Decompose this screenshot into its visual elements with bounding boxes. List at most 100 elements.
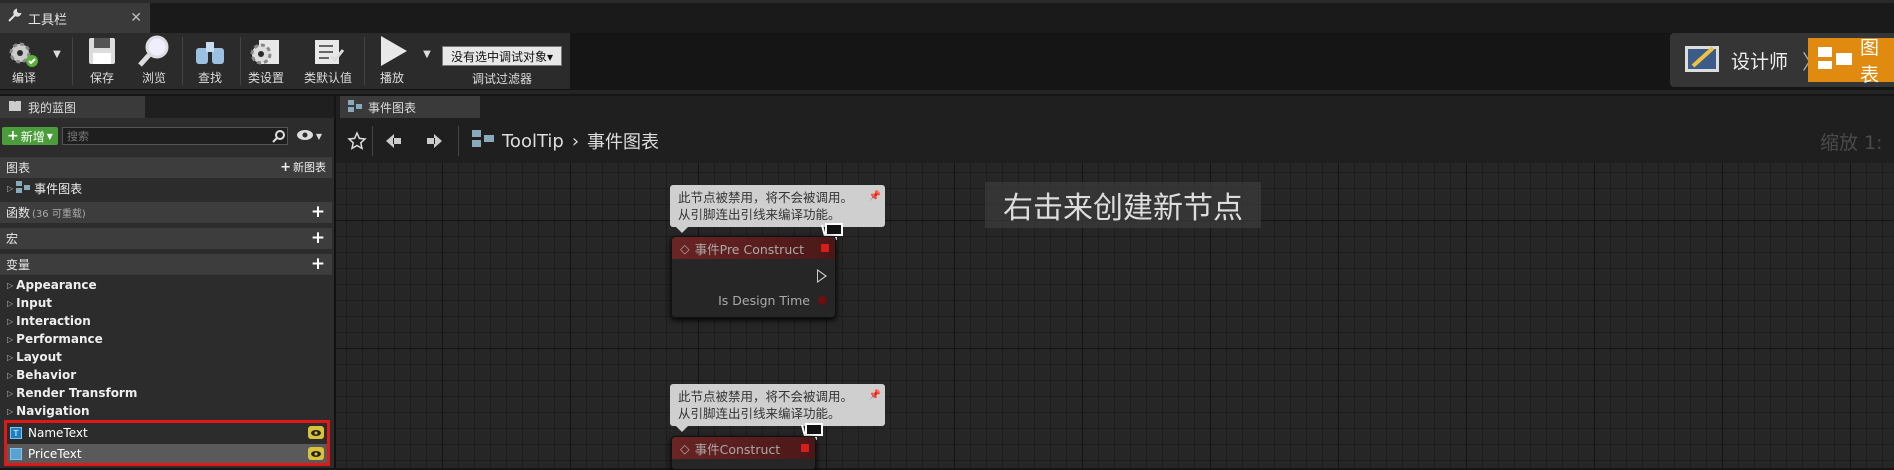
macros-section-header[interactable]: 宏 + — [0, 228, 332, 249]
comment-line: 从引脚连出引线来编译功能。 — [678, 406, 841, 421]
new-graph-button[interactable]: + 新图表 — [280, 159, 326, 175]
save-label: 保存 — [89, 71, 114, 85]
variables-highlight-box — [4, 420, 330, 466]
expand-arrow-icon: ▷ — [7, 406, 14, 416]
magnifier-icon — [134, 33, 174, 69]
class-defaults-label: 类默认值 — [303, 71, 352, 85]
class-settings-label: 类设置 — [247, 71, 284, 85]
expand-arrow-icon: ▷ — [7, 183, 14, 193]
toolbar-separator — [364, 37, 365, 85]
disabled-node-comment: 此节点被禁用，将不会被调用。 从引脚连出引线来编译功能。 📌 — [670, 384, 885, 432]
chevron-down-icon: ▼ — [46, 131, 53, 141]
graph-canvas[interactable] — [336, 118, 1894, 468]
variables-header-label: 变量 — [6, 258, 31, 272]
comment-tail — [676, 227, 688, 233]
compile-label: 编译 — [11, 71, 36, 85]
delegate-pin[interactable] — [821, 244, 829, 252]
toolbar-separator — [182, 37, 183, 85]
search-icon[interactable] — [270, 127, 288, 145]
favorite-star-icon[interactable] — [344, 128, 370, 154]
functions-header-label: 函数 — [6, 206, 31, 220]
toolbar-window-tab[interactable]: 工具栏 ✕ — [0, 3, 150, 33]
expand-arrow-icon: ▷ — [7, 352, 14, 362]
search-placeholder: 搜索 — [67, 130, 89, 143]
design-time-output[interactable]: Is Design Time — [718, 293, 827, 308]
zoom-level: 缩放 1: — [1820, 131, 1883, 154]
graphs-section-header[interactable]: 图表 + 新图表 — [0, 157, 332, 178]
add-variable-button[interactable]: + — [310, 256, 326, 273]
close-icon[interactable]: ✕ — [130, 10, 142, 26]
back-arrow-icon[interactable] — [380, 128, 406, 154]
category-label: Layout — [16, 350, 62, 364]
event-diamond-icon: ◇ — [680, 440, 690, 456]
graph-mode-label: 图表 — [1860, 37, 1880, 86]
create-node-hint: 右击来创建新节点 — [985, 182, 1261, 228]
variables-section-header[interactable]: 变量 + — [0, 254, 332, 275]
wrench-icon — [6, 8, 22, 28]
add-new-button[interactable]: + 新增 ▼ — [2, 127, 58, 145]
find-label: 查找 — [197, 71, 222, 85]
play-options-dropdown[interactable]: ▼ — [420, 33, 434, 89]
view-options-button[interactable]: ▼ — [292, 127, 326, 145]
toolbar-separator — [240, 37, 241, 85]
save-button[interactable]: 保存 — [80, 33, 124, 89]
graphs-header-label: 图表 — [6, 161, 31, 175]
event-graph-tab[interactable]: 事件图表 — [340, 96, 480, 118]
debug-object-select[interactable]: 没有选中调试对象▾ — [442, 46, 562, 66]
breadcrumb-root[interactable]: ToolTip — [502, 131, 564, 152]
pin-icon[interactable]: 📌 — [869, 188, 881, 205]
category-label: Behavior — [16, 368, 77, 382]
functions-section-header[interactable]: 函数 (36 可重载) + — [0, 202, 332, 223]
bool-pin[interactable] — [818, 296, 827, 305]
header-separator — [372, 126, 373, 156]
expand-arrow-icon: ▷ — [7, 316, 14, 326]
node-header: ◇ 事件Pre Construct — [672, 237, 835, 259]
play-button[interactable]: 播放 — [370, 33, 414, 89]
graph-mode-icon — [1816, 43, 1854, 78]
event-node-pre-construct[interactable]: ◇ 事件Pre Construct Is Design Time — [671, 236, 836, 318]
my-blueprint-tab[interactable]: 我的蓝图 — [0, 96, 145, 118]
event-graph-tab-label: 事件图表 — [368, 100, 417, 115]
find-button[interactable]: 查找 — [188, 33, 232, 89]
category-performance[interactable]: ▷ Performance — [0, 330, 332, 348]
compile-gear-icon — [4, 33, 44, 69]
checklist-icon — [308, 33, 348, 69]
category-interaction[interactable]: ▷ Interaction — [0, 312, 332, 330]
graph-tabrow — [336, 96, 1894, 118]
designer-mode-button[interactable]: 设计师 〉 — [1683, 40, 1822, 80]
category-appearance[interactable]: ▷ Appearance — [0, 276, 332, 294]
class-settings-button[interactable]: 类设置 — [244, 33, 288, 89]
breadcrumb-separator: › — [571, 130, 580, 152]
blueprint-search-input[interactable]: 搜索 — [62, 127, 288, 145]
macros-header-label: 宏 — [6, 232, 19, 246]
category-input[interactable]: ▷ Input — [0, 294, 332, 312]
graph-mode-button[interactable]: 图表 — [1808, 37, 1894, 86]
functions-override-count: (36 可重载) — [32, 209, 86, 220]
compile-button[interactable]: 编译 — [2, 33, 46, 89]
expand-arrow-icon: ▷ — [7, 334, 14, 344]
event-graph-item[interactable]: ▷ 事件图表 — [0, 179, 332, 197]
compile-options-dropdown[interactable]: ▼ — [50, 33, 64, 89]
browse-button[interactable]: 浏览 — [132, 33, 176, 89]
category-behavior[interactable]: ▷ Behavior — [0, 366, 332, 384]
add-macro-button[interactable]: + — [310, 230, 326, 247]
category-navigation[interactable]: ▷ Navigation — [0, 402, 332, 420]
class-defaults-button[interactable]: 类默认值 — [298, 33, 358, 89]
designer-icon — [1683, 40, 1723, 81]
category-render-transform[interactable]: ▷ Render Transform — [0, 384, 332, 402]
add-function-button[interactable]: + — [310, 204, 326, 221]
forward-arrow-icon[interactable] — [422, 128, 448, 154]
event-diamond-icon: ◇ — [680, 240, 690, 256]
play-icon — [372, 33, 412, 69]
exec-output-pin[interactable] — [817, 269, 827, 283]
expand-arrow-icon: ▷ — [7, 298, 14, 308]
param-label: Is Design Time — [718, 293, 810, 308]
header-separator — [458, 126, 459, 156]
category-label: Render Transform — [16, 386, 138, 400]
node-title: 事件Construct — [694, 441, 781, 457]
pin-icon[interactable]: 📌 — [869, 387, 881, 404]
delegate-pin[interactable] — [801, 444, 809, 452]
event-node-construct[interactable]: ◇ 事件Construct — [671, 436, 816, 470]
category-label: Input — [16, 296, 53, 310]
category-layout[interactable]: ▷ Layout — [0, 348, 332, 366]
